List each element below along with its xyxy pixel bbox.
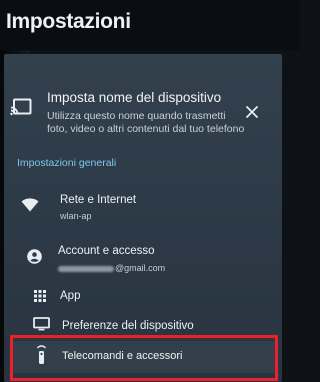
settings-item-apps[interactable] <box>10 285 275 311</box>
settings-item-network[interactable] <box>10 190 275 224</box>
cast-icon <box>10 98 32 116</box>
settings-item-device-preferences-label: Preferenze del dispositivo <box>62 320 194 332</box>
notification-title: Imposta nome del dispositivo <box>47 90 222 105</box>
section-header-general: Impostazioni generali <box>17 157 117 169</box>
notification-description: Utilizza questo nome quando trasmetti fo… <box>47 110 245 135</box>
close-icon[interactable] <box>244 104 260 120</box>
settings-item-network-label: Rete e Internet <box>60 194 137 206</box>
account-icon <box>27 249 42 264</box>
highlight-box <box>10 335 278 381</box>
settings-item-apps-label: App <box>60 290 81 302</box>
settings-item-accounts-email: @gmail.com <box>58 263 165 273</box>
settings-item-accounts-label: Account e accesso <box>58 245 155 257</box>
page-title: Impostazioni <box>6 10 131 33</box>
settings-item-network-sub: wlan-ap <box>60 211 92 221</box>
email-domain: @gmail.com <box>115 263 166 273</box>
redacted-email-blur <box>58 265 114 272</box>
wifi-icon <box>21 198 39 212</box>
tv-icon <box>33 317 50 331</box>
apps-grid-icon <box>34 290 46 302</box>
